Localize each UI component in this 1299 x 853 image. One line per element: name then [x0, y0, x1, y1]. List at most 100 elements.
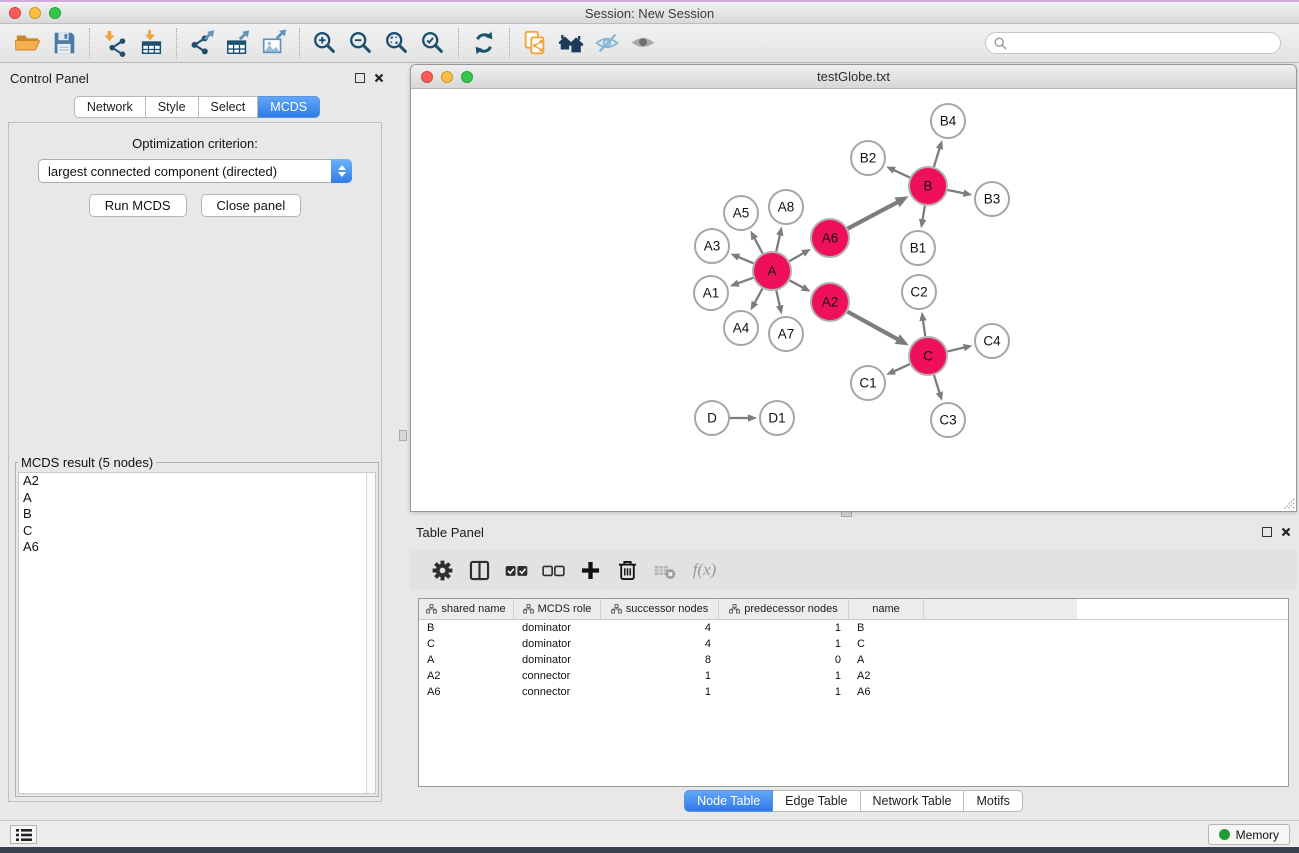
network-window-title: testGlobe.txt	[411, 69, 1296, 84]
export-image-icon	[260, 29, 288, 57]
table-row[interactable]: A2connector11A2	[419, 668, 1288, 684]
graph-edge-A-A6[interactable]	[789, 252, 804, 261]
graph-edge-A2-C[interactable]	[848, 312, 900, 340]
table-row[interactable]: Adominator80A	[419, 652, 1288, 668]
zoom-selected-button[interactable]	[415, 26, 451, 60]
tab-network-table[interactable]: Network Table	[861, 790, 965, 812]
tab-mcds[interactable]: MCDS	[258, 96, 320, 118]
table-panel: Table Panel f(x) shared nameMCDS rolesuc…	[410, 520, 1297, 816]
select-all-button[interactable]	[498, 554, 535, 586]
float-panel-icon[interactable]	[1262, 527, 1272, 537]
zoom-fit-button[interactable]	[379, 26, 415, 60]
graph-edge-B-B2[interactable]	[892, 169, 909, 177]
mcds-result-item[interactable]: B	[19, 506, 375, 523]
vertical-splitter-grip[interactable]	[399, 430, 407, 441]
search-input[interactable]	[1012, 36, 1272, 50]
memory-label: Memory	[1236, 828, 1279, 842]
close-panel-icon[interactable]	[374, 73, 384, 83]
split-view-button[interactable]	[461, 554, 498, 586]
resize-grip-icon[interactable]	[1282, 497, 1295, 510]
cell-successor-nodes: 1	[601, 670, 719, 682]
memory-button[interactable]: Memory	[1208, 824, 1290, 845]
column-header-mcds-role[interactable]: MCDS role	[514, 599, 601, 619]
cell-successor-nodes: 1	[601, 686, 719, 698]
graph-edge-C-C1[interactable]	[893, 364, 910, 372]
zoom-in-button[interactable]	[307, 26, 343, 60]
table-toolbar: f(x)	[410, 550, 1297, 590]
close-panel-button[interactable]: Close panel	[201, 194, 302, 217]
float-panel-icon[interactable]	[355, 73, 365, 83]
graph-edge-A-A3[interactable]	[737, 256, 754, 263]
graph-edge-A-A8[interactable]	[776, 233, 780, 251]
table-row[interactable]: A6connector11A6	[419, 684, 1288, 700]
search-icon	[994, 37, 1007, 50]
hide-selection-button[interactable]	[589, 26, 625, 60]
task-history-button[interactable]	[10, 825, 37, 844]
graph-edge-B-B1[interactable]	[922, 206, 925, 222]
graph-edge-C-C2[interactable]	[923, 319, 925, 336]
graph-edge-A-A4[interactable]	[754, 289, 763, 305]
cell-name: A	[849, 654, 924, 666]
column-header-predecessor-nodes[interactable]: predecessor nodes	[719, 599, 849, 619]
table-header-row: shared nameMCDS rolesuccessor nodesprede…	[419, 599, 1288, 620]
tab-select[interactable]: Select	[199, 96, 259, 118]
cell-shared-name: A2	[419, 670, 514, 682]
function-builder-button[interactable]: f(x)	[683, 554, 720, 586]
tab-motifs[interactable]: Motifs	[964, 790, 1022, 812]
delete-table-button[interactable]	[646, 554, 683, 586]
graph-edge-arrowhead	[730, 280, 740, 287]
graph-edge-C-C3[interactable]	[934, 375, 940, 394]
search-box[interactable]	[985, 32, 1281, 54]
refresh-button[interactable]	[466, 26, 502, 60]
graph-edge-A-A1[interactable]	[736, 278, 753, 284]
mcds-result-item[interactable]: C	[19, 523, 375, 540]
list-scrollbar[interactable]	[366, 473, 375, 793]
import-network-button[interactable]	[97, 26, 133, 60]
zoom-out-button[interactable]	[343, 26, 379, 60]
mcds-result-item[interactable]: A2	[19, 473, 375, 490]
import-table-button[interactable]	[133, 26, 169, 60]
control-panel-header: Control Panel	[4, 66, 390, 90]
close-panel-icon[interactable]	[1281, 527, 1291, 537]
network-canvas[interactable]: AA1A2A3A4A5A6A7A8BB1B2B3B4CC1C2C3C4DD1	[411, 89, 1296, 511]
graph-edge-B-B4[interactable]	[934, 147, 940, 167]
tab-node-table[interactable]: Node Table	[684, 790, 773, 812]
column-header-successor-nodes[interactable]: successor nodes	[601, 599, 719, 619]
cell-name: A2	[849, 670, 924, 682]
column-header-name[interactable]: name	[849, 599, 924, 619]
show-all-button[interactable]	[625, 26, 661, 60]
trash-icon	[614, 557, 641, 584]
table-row[interactable]: Bdominator41B	[419, 620, 1288, 636]
graph-edge-A-A5[interactable]	[754, 237, 763, 254]
open-session-button[interactable]	[10, 26, 46, 60]
network-from-selection-button[interactable]	[517, 26, 553, 60]
run-mcds-button[interactable]: Run MCDS	[89, 194, 187, 217]
layout-button[interactable]	[553, 26, 589, 60]
graph-edge-A6-B[interactable]	[848, 201, 899, 228]
deselect-all-button[interactable]	[535, 554, 572, 586]
tab-style[interactable]: Style	[146, 96, 199, 118]
add-column-button[interactable]	[572, 554, 609, 586]
window-title: Session: New Session	[0, 6, 1299, 21]
tab-edge-table[interactable]: Edge Table	[773, 790, 860, 812]
graph-edge-arrowhead	[936, 391, 943, 401]
graph-edge-B-B3[interactable]	[948, 190, 966, 194]
save-session-button[interactable]	[46, 26, 82, 60]
tab-network[interactable]: Network	[74, 96, 146, 118]
criterion-select[interactable]: largest connected component (directed)	[38, 159, 352, 183]
delete-column-button[interactable]	[609, 554, 646, 586]
mcds-result-list[interactable]: A2ABCA6	[18, 472, 376, 794]
export-image-button[interactable]	[256, 26, 292, 60]
network-window-titlebar[interactable]: testGlobe.txt	[411, 65, 1296, 89]
mcds-result-item[interactable]: A6	[19, 539, 375, 556]
export-network-button[interactable]	[184, 26, 220, 60]
column-header-shared-name[interactable]: shared name	[419, 599, 514, 619]
graph-edge-A-A2[interactable]	[790, 280, 805, 288]
export-table-button[interactable]	[220, 26, 256, 60]
graph-edge-C-C4[interactable]	[947, 347, 965, 351]
graph-edge-A-A7[interactable]	[776, 291, 780, 308]
settings-button[interactable]	[424, 554, 461, 586]
table-row[interactable]: Cdominator41C	[419, 636, 1288, 652]
folder-open-icon	[14, 29, 42, 57]
mcds-result-item[interactable]: A	[19, 490, 375, 507]
